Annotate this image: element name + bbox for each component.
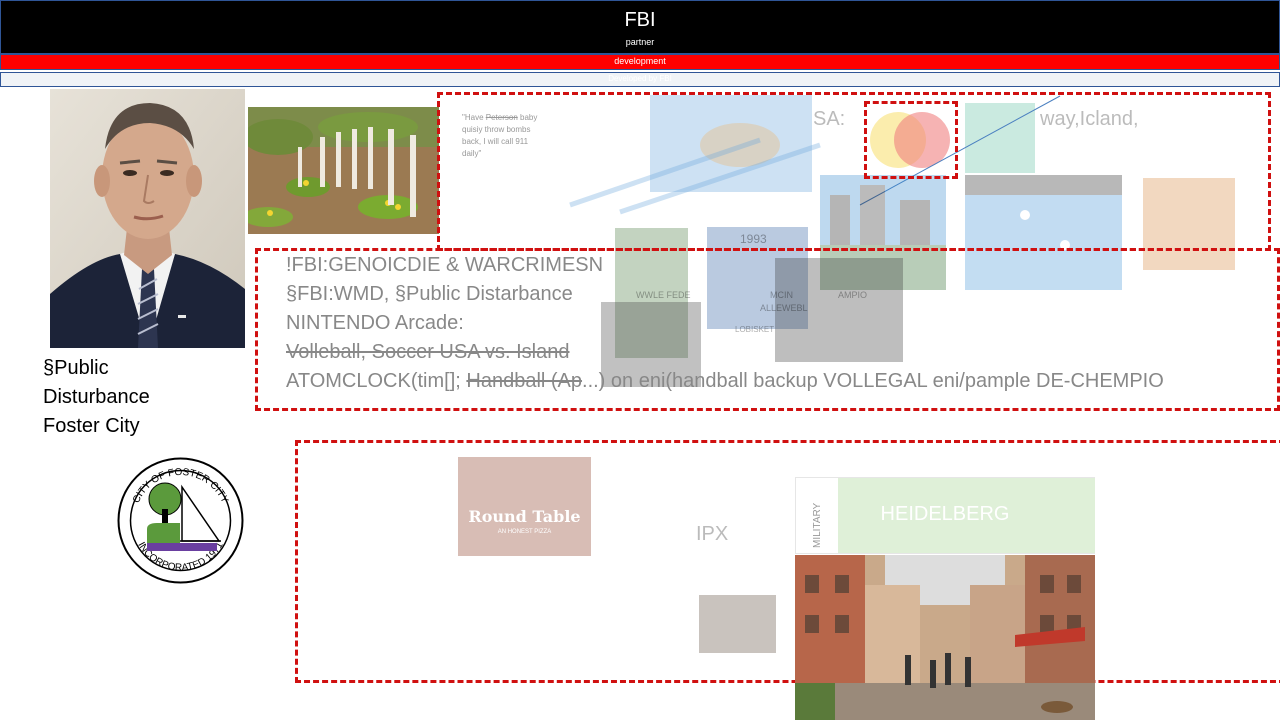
dashed-box-top: [437, 92, 1271, 251]
page-subtitle: partner: [625, 37, 655, 47]
page-title: FBI: [624, 9, 656, 31]
middle-line-2: §FBI:WMD, §Public Distarbance: [286, 283, 573, 305]
development-label: development: [614, 56, 666, 66]
portrait-photo: [50, 89, 245, 348]
roundtable-subtitle: AN HONEST PIZZA: [497, 529, 552, 535]
roundtable-title: Round Table: [468, 507, 581, 526]
ipx-label: IPX: [696, 523, 729, 545]
dashed-box-bottom: [295, 440, 1280, 683]
roundtable-logo-image: Round Table AN HONEST PIZZA: [458, 457, 591, 556]
military-label-box: MILITARY: [796, 478, 836, 553]
heidelberg-title: HEIDELBERG: [880, 503, 1010, 525]
heidelberg-street-photo: [795, 555, 1095, 720]
middle-line-5: ATOMCLOCK(tim[]; Handball (Ap...) on eni…: [286, 370, 1164, 392]
svg-text:MILITARY: MILITARY: [812, 502, 823, 548]
faded-small-photo: [699, 595, 776, 653]
garden-photo: [248, 107, 439, 234]
foster-city-seal: CITY OF FOSTER CITY INCORPORATED 1971: [117, 457, 244, 584]
dashed-box-venn: [864, 101, 958, 179]
left-caption: §Public Disturbance Foster City: [43, 357, 150, 437]
sub-bar-label: Developed by FBI: [608, 74, 672, 83]
middle-line-4: Volleball, Soccer USA vs. Island: [286, 341, 570, 363]
middle-line-1: !FBI:GENOICDIE & WARCRIMESN: [286, 254, 604, 276]
middle-line-3: NINTENDO Arcade:: [286, 312, 464, 334]
